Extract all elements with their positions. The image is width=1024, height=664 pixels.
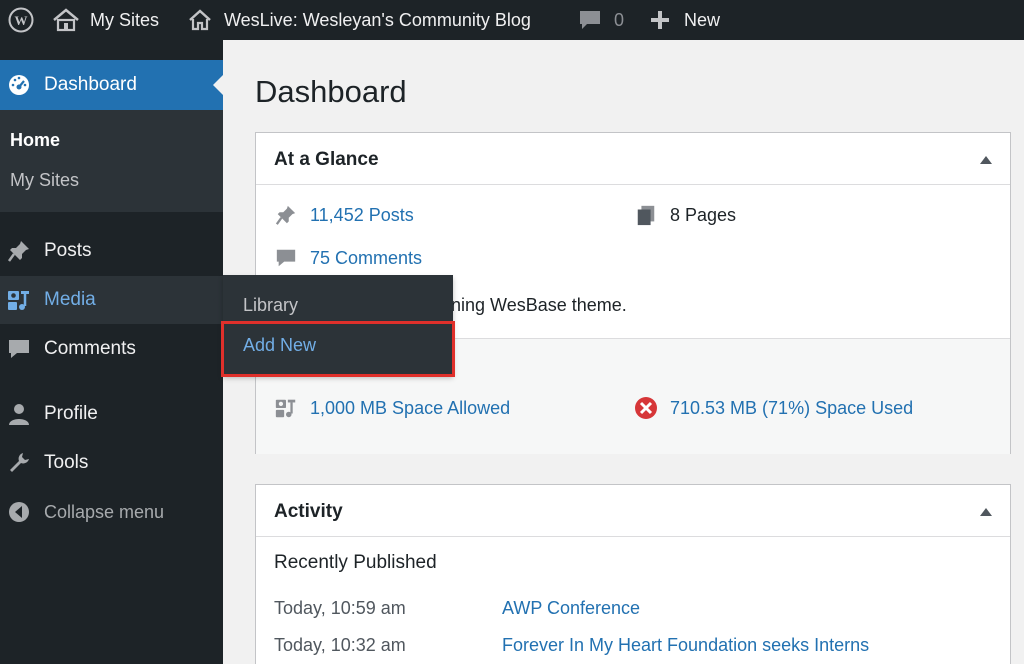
site-name-menu[interactable]: WesLive: Wesleyan's Community Blog: [188, 0, 531, 40]
my-sites-menu[interactable]: My Sites: [52, 0, 159, 40]
submenu-my-sites[interactable]: My Sites: [10, 170, 79, 191]
menu-profile-label: Profile: [44, 403, 98, 424]
activity-title: Activity: [274, 501, 343, 522]
activity-post-date: Today, 10:59 am: [274, 598, 406, 618]
media-icon: [274, 396, 298, 420]
at-a-glance-title: At a Glance: [274, 149, 379, 170]
site-name: WesLive: Wesleyan's Community Blog: [224, 9, 531, 30]
activity-widget: Activity Recently Published Today, 10:59…: [255, 484, 1011, 664]
glance-posts: 11,452 Posts: [274, 203, 414, 227]
admin-sidebar: Dashboard Home My Sites Posts Media Comm…: [0, 40, 223, 664]
menu-tools-label: Tools: [44, 452, 89, 473]
pages-icon: [634, 203, 658, 227]
comment-icon: [274, 246, 298, 270]
menu-media-label: Media: [44, 289, 96, 310]
my-sites-label: My Sites: [90, 9, 160, 30]
comments-count-link[interactable]: 75 Comments: [310, 248, 422, 269]
plus-icon: [650, 10, 670, 30]
posts-count-link[interactable]: 11,452 Posts: [310, 205, 414, 226]
media-icon: [6, 287, 32, 313]
activity-header[interactable]: Activity: [256, 485, 1010, 537]
glance-comments: 75 Comments: [274, 246, 422, 270]
comments-count: 0: [614, 9, 625, 30]
space-allowed-link[interactable]: 1,000 MB Space Allowed: [310, 398, 510, 419]
wordpress-logo-icon[interactable]: W: [8, 0, 34, 40]
comment-icon: [6, 336, 32, 362]
collapse-arrow-icon: [6, 499, 32, 525]
home-icon: [188, 9, 212, 31]
highlight-box: [221, 321, 455, 377]
collapse-toggle-icon[interactable]: [980, 508, 992, 516]
new-content-menu[interactable]: New: [650, 0, 720, 40]
activity-post-date: Today, 10:32 am: [274, 635, 406, 655]
menu-tools[interactable]: Tools: [0, 439, 223, 487]
glance-space-allowed: 1,000 MB Space Allowed: [274, 396, 510, 420]
menu-comments[interactable]: Comments: [0, 325, 223, 373]
svg-text:W: W: [15, 13, 28, 28]
comments-menu[interactable]: 0: [578, 0, 624, 40]
my-sites-icon: [52, 8, 80, 32]
error-x-icon: [634, 396, 658, 420]
theme-info-text: ning WesBase theme.: [451, 295, 627, 315]
activity-post-link[interactable]: AWP Conference: [502, 598, 640, 619]
menu-dashboard-label: Dashboard: [44, 74, 137, 95]
collapse-toggle-icon[interactable]: [980, 156, 992, 164]
dashboard-gauge-icon: [6, 72, 32, 98]
glance-space-used: 710.53 MB (71%) Space Used: [634, 396, 913, 420]
new-label: New: [684, 9, 721, 30]
submenu-library[interactable]: Library: [243, 295, 298, 316]
comment-bubble-icon: [578, 9, 602, 31]
pages-count: 8 Pages: [670, 204, 737, 225]
menu-comments-label: Comments: [44, 338, 136, 359]
menu-posts[interactable]: Posts: [0, 227, 223, 275]
pushpin-icon: [6, 238, 32, 264]
activity-post-link[interactable]: Forever In My Heart Foundation seeks Int…: [502, 635, 869, 656]
collapse-menu-label: Collapse menu: [44, 501, 165, 522]
page-title: Dashboard: [255, 74, 407, 109]
space-used-link[interactable]: 710.53 MB (71%) Space Used: [670, 398, 913, 419]
dashboard-submenu: Home My Sites: [0, 110, 223, 212]
user-icon: [6, 401, 32, 427]
pushpin-icon: [274, 203, 298, 227]
menu-dashboard[interactable]: Dashboard: [0, 60, 223, 110]
collapse-menu-button[interactable]: Collapse menu: [0, 488, 223, 536]
menu-posts-label: Posts: [44, 240, 92, 261]
submenu-home[interactable]: Home: [10, 130, 60, 151]
glance-pages: 8 Pages: [634, 203, 736, 227]
menu-media[interactable]: Media: [0, 276, 223, 324]
menu-profile[interactable]: Profile: [0, 390, 223, 438]
recently-published-heading: Recently Published: [274, 552, 437, 573]
admin-bar: W My Sites WesLive: Wesleyan's Community…: [0, 0, 1024, 40]
wrench-icon: [6, 450, 32, 476]
at-a-glance-header[interactable]: At a Glance: [256, 133, 1010, 185]
